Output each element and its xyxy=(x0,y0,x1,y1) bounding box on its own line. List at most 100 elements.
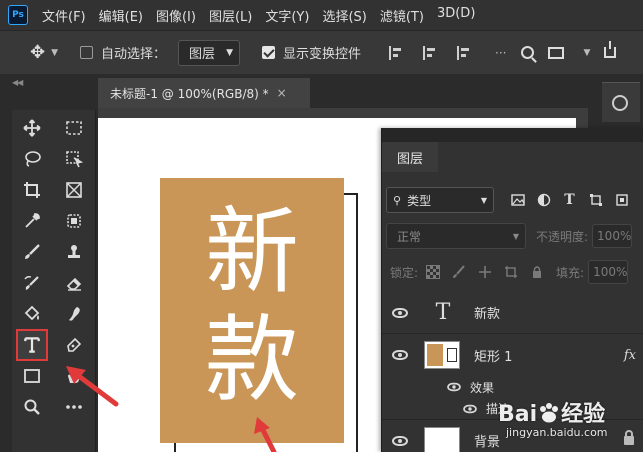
align-buttons xyxy=(389,45,471,60)
show-transform-label: 显示变换控件 xyxy=(283,47,362,62)
fill-field[interactable]: 100% xyxy=(588,260,629,284)
tab-layers[interactable]: 图层 xyxy=(382,142,438,172)
align-left-icon[interactable] xyxy=(389,45,403,60)
baidu-watermark: Bai 经验 jingyan.baidu.com xyxy=(492,392,642,452)
image-filter-icon[interactable] xyxy=(510,193,525,208)
visibility-eye-icon[interactable] xyxy=(392,307,408,318)
rectangle-tool-icon[interactable] xyxy=(18,362,46,390)
object-selection-tool-icon[interactable] xyxy=(60,145,88,173)
type-tool-icon[interactable] xyxy=(16,329,48,361)
layer-name: 新款 xyxy=(474,307,501,322)
clone-stamp-tool-icon[interactable] xyxy=(60,238,88,266)
text-char-kuan[interactable]: 款 xyxy=(160,314,344,408)
layers-panel-header xyxy=(382,128,643,142)
menu-filter[interactable]: 滤镜(T) xyxy=(380,6,424,25)
layer-filter-dropdown[interactable]: ⚲ 类型 ▼ xyxy=(386,187,494,213)
opacity-field[interactable]: 100% xyxy=(592,224,633,248)
paint-bucket-tool-icon[interactable] xyxy=(18,300,46,328)
pen-tool-icon[interactable] xyxy=(60,331,88,359)
chevron-down-icon: ▼ xyxy=(512,231,519,241)
watermark-brand-cn: 经验 xyxy=(561,402,606,427)
auto-select-checkbox[interactable] xyxy=(80,46,94,59)
lock-icons xyxy=(426,265,544,279)
layer-filter-value: 类型 xyxy=(407,193,432,208)
lock-all-icon[interactable] xyxy=(530,265,544,279)
blend-row: 正常 ▼ 不透明度: 100% xyxy=(382,222,643,250)
effects-label: 效果 xyxy=(470,380,495,395)
search-icon[interactable] xyxy=(520,46,534,59)
lock-row: 锁定: 填充: 100% xyxy=(382,258,643,286)
chevron-down-icon: ▼ xyxy=(480,195,487,205)
history-brush-tool-icon[interactable] xyxy=(18,269,46,297)
tool-preset-chevron-icon[interactable]: ▼ xyxy=(51,48,58,58)
more-icon[interactable]: ··· xyxy=(495,46,506,60)
filter-icons: T xyxy=(510,192,629,208)
filled-rectangle[interactable]: 新 款 xyxy=(160,178,344,443)
move-tool-icon[interactable]: ✥ xyxy=(30,42,45,63)
visibility-eye-icon[interactable] xyxy=(447,382,461,392)
menu-type[interactable]: 文字(Y) xyxy=(265,6,309,25)
menu-layer[interactable]: 图层(L) xyxy=(209,6,252,25)
smudge-tool-icon[interactable] xyxy=(60,300,88,328)
lock-artboard-icon[interactable] xyxy=(504,265,518,279)
menu-edit[interactable]: 编辑(E) xyxy=(99,6,143,25)
menu-select[interactable]: 选择(S) xyxy=(322,6,366,25)
workspace-icon[interactable] xyxy=(547,46,564,59)
close-tab-icon[interactable]: × xyxy=(277,86,287,100)
fx-icon[interactable]: fx xyxy=(624,348,636,363)
frame-tool-icon[interactable] xyxy=(60,176,88,204)
shape-filter-icon[interactable] xyxy=(588,193,603,208)
adjustments-icon[interactable] xyxy=(612,95,628,111)
show-transform-checkbox[interactable] xyxy=(262,46,276,59)
type-filter-icon[interactable]: T xyxy=(562,192,577,208)
watermark-url: jingyan.baidu.com xyxy=(506,426,608,439)
healing-brush-tool-icon[interactable] xyxy=(60,207,88,235)
move-tool-icon[interactable] xyxy=(18,114,46,142)
annotation-arrow-canvas xyxy=(254,417,277,452)
layer-filter-row: ⚲ 类型 ▼ T xyxy=(382,186,643,214)
document-tab[interactable]: 未标题-1 @ 100%(RGB/8) * × xyxy=(98,78,310,108)
chevron-down-icon: ▼ xyxy=(226,47,234,58)
visibility-eye-icon[interactable] xyxy=(392,350,408,360)
text-char-xin[interactable]: 新 xyxy=(160,206,344,300)
lock-transparent-icon[interactable] xyxy=(426,265,441,279)
lock-label: 锁定: xyxy=(390,265,419,280)
options-bar: ✥ ▼ 自动选择： 图层 ▼ 显示变换控件 ··· ▼ xyxy=(0,30,643,74)
layer-row-text[interactable]: T 新款 xyxy=(382,292,643,334)
menu-file[interactable]: 文件(F) xyxy=(42,6,86,25)
document-tab-title: 未标题-1 @ 100%(RGB/8) * xyxy=(110,86,269,101)
marquee-tool-icon[interactable] xyxy=(60,114,88,142)
lasso-tool-icon[interactable] xyxy=(18,145,46,173)
lock-position-icon[interactable] xyxy=(478,265,492,279)
menu-items: 文件(F) 编辑(E) 图像(I) 图层(L) 文字(Y) 选择(S) 滤镜(T… xyxy=(42,6,488,25)
visibility-eye-icon[interactable] xyxy=(463,404,477,413)
lock-paint-icon[interactable] xyxy=(452,265,466,279)
background-thumbnail xyxy=(424,426,460,452)
crop-tool-icon[interactable] xyxy=(18,176,46,204)
menu-image[interactable]: 图像(I) xyxy=(156,6,196,25)
workspace-chevron-icon[interactable]: ▼ xyxy=(584,48,591,58)
menu-bar: Ps 文件(F) 编辑(E) 图像(I) 图层(L) 文字(Y) 选择(S) 滤… xyxy=(0,0,643,30)
share-icon[interactable] xyxy=(604,41,617,58)
align-center-icon[interactable] xyxy=(423,45,437,60)
collapse-icon[interactable]: ◀◀ xyxy=(12,78,23,87)
shape-swatch xyxy=(427,344,443,366)
shape-layer-thumbnail xyxy=(424,341,460,369)
blend-mode-dropdown[interactable]: 正常 ▼ xyxy=(386,223,526,249)
brush-tool-icon[interactable] xyxy=(18,238,46,266)
eraser-tool-icon[interactable] xyxy=(60,269,88,297)
text-layer-thumbnail: T xyxy=(435,300,451,325)
options-right: ··· ▼ xyxy=(489,41,617,60)
search-icon: ⚲ xyxy=(393,193,402,207)
adjustment-filter-icon[interactable] xyxy=(536,193,551,208)
smart-object-filter-icon[interactable] xyxy=(614,193,629,208)
visibility-eye-icon[interactable] xyxy=(392,435,408,446)
align-right-icon[interactable] xyxy=(457,45,471,60)
layer-row-rectangle[interactable]: 矩形 1 fx xyxy=(382,334,643,376)
eyedropper-tool-icon[interactable] xyxy=(18,207,46,235)
blend-mode-value: 正常 xyxy=(397,229,422,244)
auto-select-dropdown[interactable]: 图层 ▼ xyxy=(178,39,241,66)
collapsed-panel[interactable] xyxy=(602,82,640,122)
zoom-tool-icon[interactable] xyxy=(18,393,46,421)
menu-3d[interactable]: 3D(D) xyxy=(437,6,475,25)
